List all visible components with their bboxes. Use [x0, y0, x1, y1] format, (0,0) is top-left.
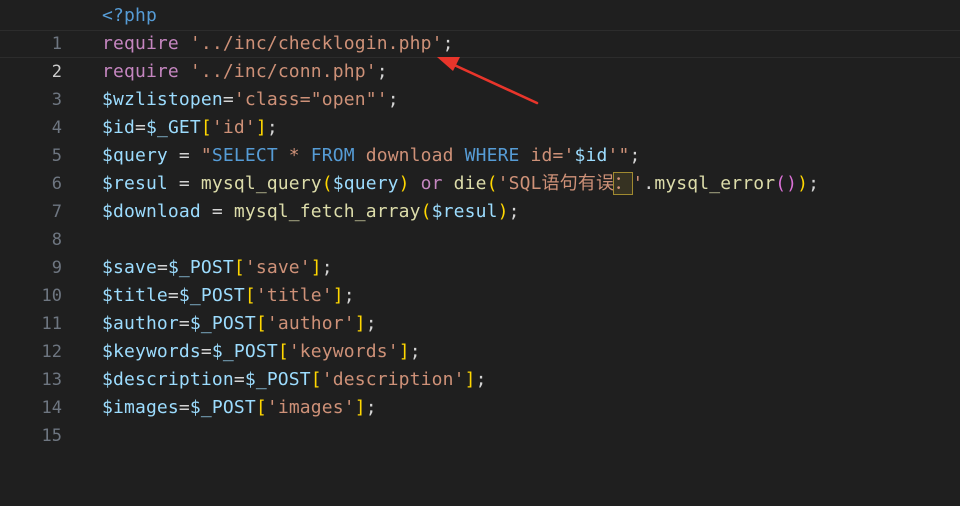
code-line-7[interactable]: 7 $resul = mysql_query($query) or die('S…: [0, 170, 960, 222]
line-code[interactable]: $resul = mysql_query($query) or die('SQL…: [102, 170, 819, 198]
line-code[interactable]: $save=$_POST['save'];: [102, 254, 333, 282]
line-code[interactable]: $query = "SELECT * FROM download WHERE i…: [102, 142, 640, 170]
code-line-13[interactable]: 13 $keywords=$_POST['keywords'];: [0, 338, 960, 390]
code-line-1[interactable]: 1 <?php: [0, 2, 960, 54]
code-line-5[interactable]: 5 $id=$_GET['id'];: [0, 114, 960, 166]
code-line-6[interactable]: 6 $query = "SELECT * FROM download WHERE…: [0, 142, 960, 194]
code-line-12[interactable]: 12 $author=$_POST['author'];: [0, 310, 960, 362]
code-line-4[interactable]: 4 $wzlistopen='class="open"';: [0, 86, 960, 138]
code-line-14[interactable]: 14 $description=$_POST['description'];: [0, 366, 960, 418]
line-number: 15: [41, 426, 62, 446]
code-line-10[interactable]: 10 $save=$_POST['save'];: [0, 254, 960, 306]
line-code[interactable]: $keywords=$_POST['keywords'];: [102, 338, 421, 366]
code-line-3[interactable]: 3 require '../inc/conn.php';: [0, 58, 960, 110]
line-code[interactable]: $author=$_POST['author'];: [102, 310, 377, 338]
line-code[interactable]: $title=$_POST['title'];: [102, 282, 355, 310]
code-editor[interactable]: 1 <?php 2 require '../inc/checklogin.php…: [0, 0, 960, 446]
code-line-15[interactable]: 15 $images=$_POST['images'];: [0, 394, 960, 446]
line-code[interactable]: require '../inc/checklogin.php';: [102, 30, 454, 58]
line-code[interactable]: require '../inc/conn.php';: [102, 58, 388, 86]
line-code[interactable]: $id=$_GET['id'];: [102, 114, 278, 142]
code-line-2[interactable]: 2 require '../inc/checklogin.php';: [0, 30, 960, 82]
code-line-9[interactable]: 9: [0, 226, 960, 278]
line-code[interactable]: <?php: [102, 2, 157, 30]
code-line-8[interactable]: 8 $download = mysql_fetch_array($resul);: [0, 198, 960, 250]
line-code[interactable]: $description=$_POST['description'];: [102, 366, 487, 394]
code-line-11[interactable]: 11 $title=$_POST['title'];: [0, 282, 960, 334]
highlighted-colon: ：: [613, 172, 634, 195]
line-code[interactable]: $wzlistopen='class="open"';: [102, 86, 399, 114]
line-code[interactable]: $download = mysql_fetch_array($resul);: [102, 198, 520, 226]
line-code[interactable]: $images=$_POST['images'];: [102, 394, 377, 422]
